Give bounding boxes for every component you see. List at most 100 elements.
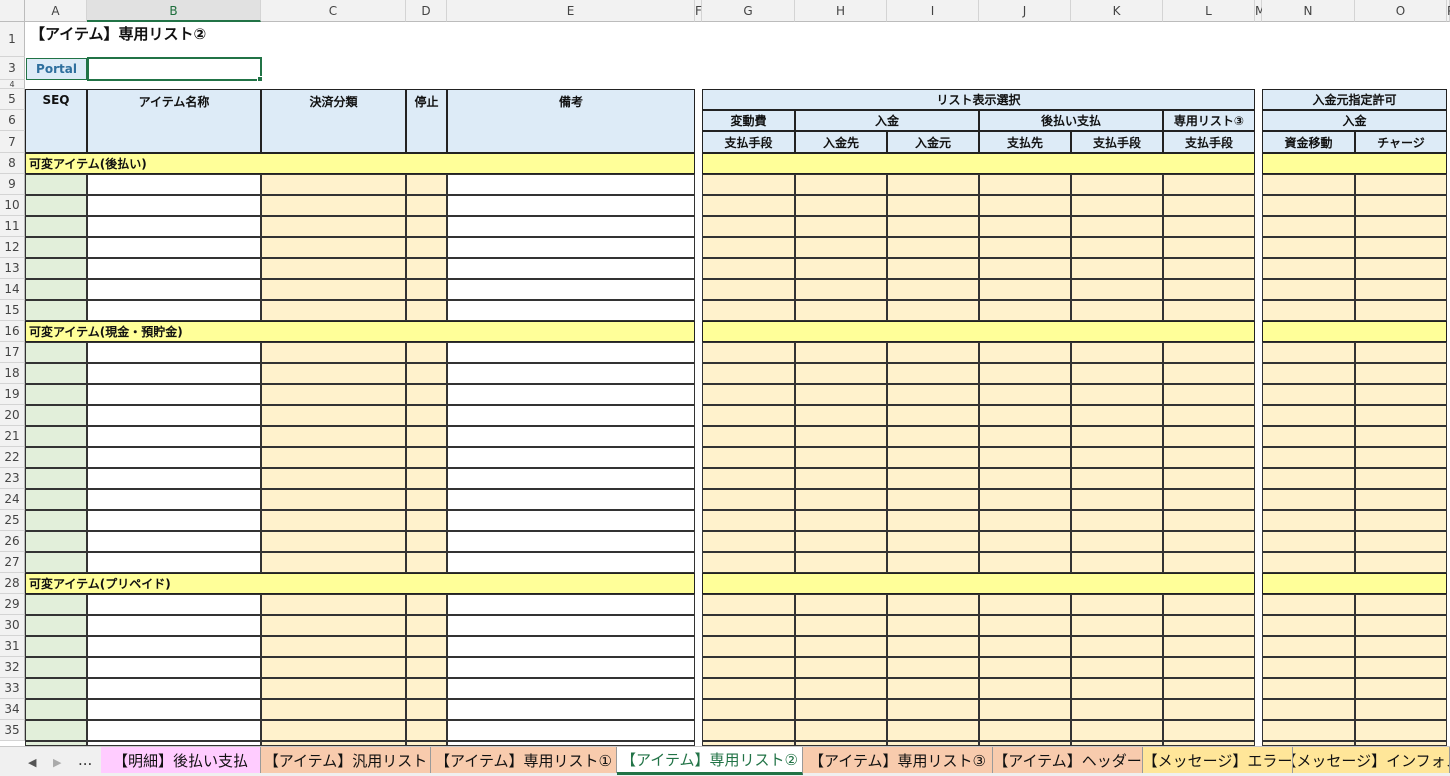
data-cell-d13[interactable] xyxy=(406,258,447,279)
data-cell-i24[interactable] xyxy=(887,489,979,510)
data-cell-n25[interactable] xyxy=(1262,510,1355,531)
data-cell-n33[interactable] xyxy=(1262,678,1355,699)
data-cell-a13[interactable] xyxy=(25,258,87,279)
data-cell-l10[interactable] xyxy=(1163,195,1255,216)
data-cell-a31[interactable] xyxy=(25,636,87,657)
data-cell-e18[interactable] xyxy=(447,363,695,384)
data-cell-c27[interactable] xyxy=(261,552,406,573)
sheet-tab[interactable]: 【アイテム】ヘッダー xyxy=(993,747,1143,773)
data-cell-k12[interactable] xyxy=(1071,237,1163,258)
data-cell-j33[interactable] xyxy=(979,678,1071,699)
data-cell-o15[interactable] xyxy=(1355,300,1447,321)
data-cell-h14[interactable] xyxy=(795,279,887,300)
data-cell-n11[interactable] xyxy=(1262,216,1355,237)
data-cell-c24[interactable] xyxy=(261,489,406,510)
data-cell-d35[interactable] xyxy=(406,720,447,741)
data-cell-l17[interactable] xyxy=(1163,342,1255,363)
data-cell-o17[interactable] xyxy=(1355,342,1447,363)
data-cell-i12[interactable] xyxy=(887,237,979,258)
data-cell-b21[interactable] xyxy=(87,426,261,447)
data-cell-a27[interactable] xyxy=(25,552,87,573)
data-cell-a20[interactable] xyxy=(25,405,87,426)
data-cell-g24[interactable] xyxy=(702,489,795,510)
data-cell-d34[interactable] xyxy=(406,699,447,720)
data-cell-j11[interactable] xyxy=(979,216,1071,237)
data-cell-e21[interactable] xyxy=(447,426,695,447)
data-cell-c17[interactable] xyxy=(261,342,406,363)
data-cell-g9[interactable] xyxy=(702,174,795,195)
data-cell-j31[interactable] xyxy=(979,636,1071,657)
data-cell-o12[interactable] xyxy=(1355,237,1447,258)
data-cell-g13[interactable] xyxy=(702,258,795,279)
data-cell-b35[interactable] xyxy=(87,720,261,741)
data-cell-o13[interactable] xyxy=(1355,258,1447,279)
data-cell-a10[interactable] xyxy=(25,195,87,216)
data-cell-j14[interactable] xyxy=(979,279,1071,300)
data-cell-n21[interactable] xyxy=(1262,426,1355,447)
data-cell-l23[interactable] xyxy=(1163,468,1255,489)
data-cell-d22[interactable] xyxy=(406,447,447,468)
data-cell-c19[interactable] xyxy=(261,384,406,405)
data-cell-b23[interactable] xyxy=(87,468,261,489)
data-cell-l34[interactable] xyxy=(1163,699,1255,720)
data-cell-d21[interactable] xyxy=(406,426,447,447)
data-cell-j26[interactable] xyxy=(979,531,1071,552)
sheet-tab[interactable]: 【メッセージ】インフォメ xyxy=(1293,747,1450,773)
data-cell-i35[interactable] xyxy=(887,720,979,741)
data-cell-j29[interactable] xyxy=(979,594,1071,615)
data-cell-g21[interactable] xyxy=(702,426,795,447)
data-cell-g33[interactable] xyxy=(702,678,795,699)
data-cell-e20[interactable] xyxy=(447,405,695,426)
data-cell-n27[interactable] xyxy=(1262,552,1355,573)
data-cell-a29[interactable] xyxy=(25,594,87,615)
data-cell-h29[interactable] xyxy=(795,594,887,615)
data-cell-d25[interactable] xyxy=(406,510,447,531)
data-cell-e15[interactable] xyxy=(447,300,695,321)
data-cell-e33[interactable] xyxy=(447,678,695,699)
data-cell-g34[interactable] xyxy=(702,699,795,720)
data-cell-k15[interactable] xyxy=(1071,300,1163,321)
data-cell-b15[interactable] xyxy=(87,300,261,321)
data-cell-b10[interactable] xyxy=(87,195,261,216)
data-cell-b11[interactable] xyxy=(87,216,261,237)
data-cell-n10[interactable] xyxy=(1262,195,1355,216)
data-cell-k10[interactable] xyxy=(1071,195,1163,216)
data-cell-g11[interactable] xyxy=(702,216,795,237)
data-cell-a15[interactable] xyxy=(25,300,87,321)
data-cell-k33[interactable] xyxy=(1071,678,1163,699)
data-cell-k25[interactable] xyxy=(1071,510,1163,531)
data-cell-h21[interactable] xyxy=(795,426,887,447)
data-cell-a14[interactable] xyxy=(25,279,87,300)
data-cell-o31[interactable] xyxy=(1355,636,1447,657)
data-cell-e35[interactable] xyxy=(447,720,695,741)
data-cell-b14[interactable] xyxy=(87,279,261,300)
data-cell-j35[interactable] xyxy=(979,720,1071,741)
data-cell-e24[interactable] xyxy=(447,489,695,510)
data-cell-c14[interactable] xyxy=(261,279,406,300)
data-cell-l26[interactable] xyxy=(1163,531,1255,552)
data-cell-c30[interactable] xyxy=(261,615,406,636)
data-cell-a9[interactable] xyxy=(25,174,87,195)
data-cell-g18[interactable] xyxy=(702,363,795,384)
data-cell-c22[interactable] xyxy=(261,447,406,468)
data-cell-h24[interactable] xyxy=(795,489,887,510)
data-cell-a34[interactable] xyxy=(25,699,87,720)
data-cell-k32[interactable] xyxy=(1071,657,1163,678)
data-cell-n34[interactable] xyxy=(1262,699,1355,720)
data-cell-l20[interactable] xyxy=(1163,405,1255,426)
data-cell-l12[interactable] xyxy=(1163,237,1255,258)
sheet-tab[interactable]: 【メッセージ】エラー xyxy=(1143,747,1293,773)
tab-scroll-left-icon[interactable]: ◀ xyxy=(28,756,36,769)
data-cell-e13[interactable] xyxy=(447,258,695,279)
data-cell-n20[interactable] xyxy=(1262,405,1355,426)
data-cell-l35[interactable] xyxy=(1163,720,1255,741)
data-cell-k14[interactable] xyxy=(1071,279,1163,300)
data-cell-j21[interactable] xyxy=(979,426,1071,447)
data-cell-k21[interactable] xyxy=(1071,426,1163,447)
data-cell-n15[interactable] xyxy=(1262,300,1355,321)
sheet-tab[interactable]: 【アイテム】汎用リスト xyxy=(261,747,431,773)
data-cell-d14[interactable] xyxy=(406,279,447,300)
data-cell-e27[interactable] xyxy=(447,552,695,573)
data-cell-a24[interactable] xyxy=(25,489,87,510)
data-cell-b13[interactable] xyxy=(87,258,261,279)
